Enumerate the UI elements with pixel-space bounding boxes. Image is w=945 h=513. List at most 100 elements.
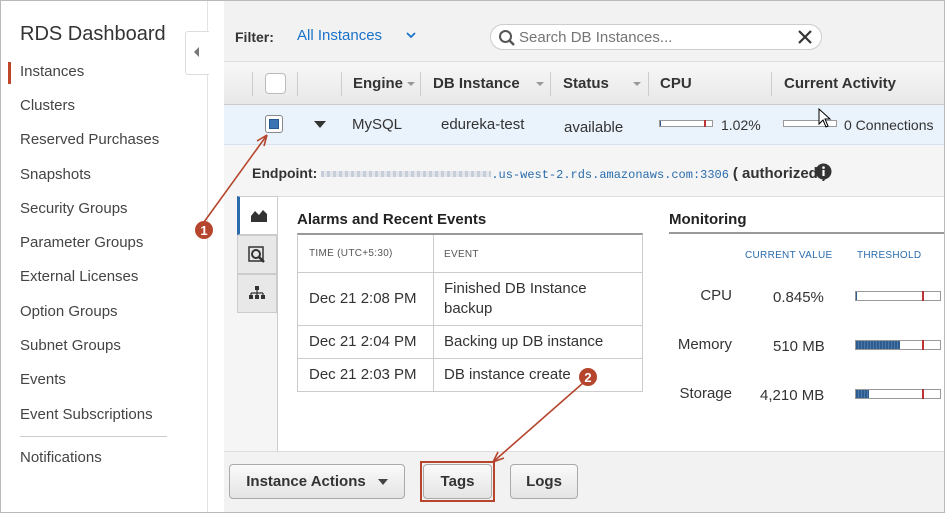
endpoint-status: ( authorized ) xyxy=(732,165,828,182)
sidebar-item-option-groups[interactable]: Option Groups xyxy=(20,303,118,320)
metric-bar-cpu xyxy=(855,291,941,301)
sidebar-item-notifications[interactable]: Notifications xyxy=(20,449,102,466)
column-divider xyxy=(648,72,649,96)
monitoring-col-threshold: THRESHOLD xyxy=(857,250,922,261)
info-icon[interactable] xyxy=(815,163,832,180)
sort-icon[interactable] xyxy=(536,82,544,86)
sidebar-item-subnet-groups[interactable]: Subnet Groups xyxy=(20,337,121,354)
sidebar-item-parameter-groups[interactable]: Parameter Groups xyxy=(20,234,143,251)
select-all-checkbox[interactable] xyxy=(265,73,286,94)
table-row: Dec 21 2:04 PM Backing up DB instance xyxy=(297,326,643,359)
tab-monitoring[interactable] xyxy=(237,196,277,235)
column-divider xyxy=(771,72,772,96)
sidebar-item-events[interactable]: Events xyxy=(20,371,66,388)
event-text: DB instance create xyxy=(444,366,571,383)
logs-button[interactable]: Logs xyxy=(510,464,578,499)
close-icon[interactable] xyxy=(797,29,813,45)
expand-row-icon[interactable] xyxy=(314,121,326,128)
event-time: Dec 21 2:04 PM xyxy=(309,333,417,350)
collapse-sidebar-button[interactable] xyxy=(185,31,209,75)
events-table-header: TIME (UTC+5:30) EVENT xyxy=(297,233,643,273)
sidebar-item-event-subscriptions[interactable]: Event Subscriptions xyxy=(20,406,153,423)
monitoring-col-current: CURRENT VALUE xyxy=(745,250,833,261)
monitoring-title: Monitoring xyxy=(669,211,747,228)
cell-activity: 0 Connections xyxy=(844,117,934,133)
event-time: Dec 21 2:08 PM xyxy=(309,290,417,307)
app-window: RDS Dashboard Instances Clusters Reserve… xyxy=(0,0,945,513)
row-checkbox[interactable] xyxy=(265,115,283,133)
metric-label-memory: Memory xyxy=(677,336,732,353)
column-divider xyxy=(252,72,253,96)
endpoint-line: Endpoint: .us-west-2.rds.amazonaws.com:33… xyxy=(252,165,827,182)
events-col-time: TIME (UTC+5:30) xyxy=(309,248,393,259)
sidebar-divider xyxy=(20,436,167,437)
table-header: Engine DB Instance Status CPU Current Ac… xyxy=(224,61,944,105)
event-time: Dec 21 2:03 PM xyxy=(309,366,417,383)
column-divider xyxy=(550,72,551,96)
event-text: Finished DB Instance xyxy=(444,280,587,297)
metric-label-cpu: CPU xyxy=(700,287,732,304)
cell-db-instance[interactable]: edureka-test xyxy=(441,116,524,133)
column-engine[interactable]: Engine xyxy=(353,75,403,92)
column-db-instance[interactable]: DB Instance xyxy=(433,75,520,92)
metric-label-storage: Storage xyxy=(679,385,732,402)
threshold-marker xyxy=(922,389,924,399)
event-text-line2: backup xyxy=(444,300,493,317)
endpoint-redacted xyxy=(321,171,492,178)
tab-details[interactable] xyxy=(237,235,277,274)
monitoring-divider xyxy=(669,232,944,234)
column-divider xyxy=(433,235,434,272)
chevron-down-icon xyxy=(377,479,388,486)
action-bar: Instance Actions Tags Logs xyxy=(224,451,944,512)
sidebar-item-security-groups[interactable]: Security Groups xyxy=(20,200,128,217)
filter-dropdown[interactable]: All Instances xyxy=(297,27,382,44)
column-current-activity[interactable]: Current Activity xyxy=(784,75,896,92)
instance-actions-button[interactable]: Instance Actions xyxy=(229,464,405,499)
mouse-pointer-icon xyxy=(818,108,832,128)
events-col-event: EVENT xyxy=(444,249,479,260)
threshold-marker xyxy=(922,291,924,301)
chevron-down-icon[interactable] xyxy=(406,32,416,39)
instance-actions-label: Instance Actions xyxy=(246,473,366,490)
column-cpu[interactable]: CPU xyxy=(660,75,692,92)
cpu-threshold-marker xyxy=(704,120,706,127)
metric-bar-fill-memory xyxy=(856,341,900,349)
checkbox-checked-mark xyxy=(269,119,279,129)
column-divider xyxy=(420,72,421,96)
threshold-marker xyxy=(922,340,924,350)
metric-bar-storage xyxy=(855,389,941,399)
metric-bar-memory xyxy=(855,340,941,350)
cell-status: available xyxy=(564,119,624,136)
sidebar-item-clusters[interactable]: Clusters xyxy=(20,97,75,114)
active-indicator xyxy=(8,62,11,84)
endpoint-host[interactable]: .us-west-2.rds.amazonaws.com:3306 xyxy=(491,168,729,182)
cell-cpu-value: 1.02% xyxy=(721,117,761,133)
tags-button[interactable]: Tags xyxy=(423,464,492,499)
sidebar-item-snapshots[interactable]: Snapshots xyxy=(20,166,91,183)
search-box[interactable] xyxy=(490,24,822,50)
table-row: Dec 21 2:03 PM DB instance create xyxy=(297,359,643,392)
metric-bar-fill-cpu xyxy=(856,292,857,300)
column-divider xyxy=(297,72,298,96)
column-divider xyxy=(433,359,434,391)
column-divider xyxy=(433,273,434,325)
cpu-bar-fill xyxy=(660,121,661,126)
column-status[interactable]: Status xyxy=(563,75,609,92)
sidebar-item-external-licenses[interactable]: External Licenses xyxy=(20,268,138,285)
main-panel: Filter: All Instances Engine DB Instance… xyxy=(224,1,944,512)
sidebar-title: RDS Dashboard xyxy=(20,23,166,45)
event-text: Backing up DB instance xyxy=(444,333,604,350)
metric-bar-fill-storage xyxy=(856,390,870,398)
sort-icon[interactable] xyxy=(407,82,415,86)
column-divider xyxy=(433,326,434,358)
tab-topology[interactable] xyxy=(237,274,277,313)
table-row[interactable]: MySQL edureka-test available 1.02% 0 Con… xyxy=(224,105,944,145)
hierarchy-icon xyxy=(249,286,265,299)
search-input[interactable] xyxy=(519,28,789,47)
sidebar-item-instances[interactable]: Instances xyxy=(20,63,84,80)
sidebar-item-reserved-purchases[interactable]: Reserved Purchases xyxy=(20,131,159,148)
column-divider xyxy=(341,72,342,96)
cpu-bar xyxy=(659,120,713,127)
sort-icon[interactable] xyxy=(633,82,641,86)
sidebar: RDS Dashboard Instances Clusters Reserve… xyxy=(1,1,208,512)
